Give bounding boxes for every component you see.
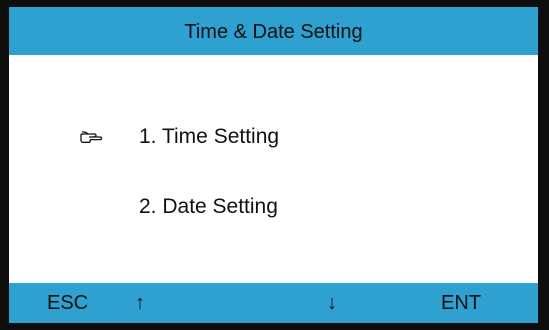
up-arrow-key[interactable]: ↑ xyxy=(135,283,145,323)
menu-item-label: 1. Time Setting xyxy=(139,125,280,148)
device-screen: Time & Date Setting 1. Time Setting 2. D… xyxy=(0,0,549,330)
key-bar: ESC ↑ ↓ ENT xyxy=(9,283,538,323)
settings-menu: 1. Time Setting 2. Date Setting xyxy=(9,55,538,283)
menu-item-label: 2. Date Setting xyxy=(139,195,278,218)
pointing-hand-icon xyxy=(79,119,105,155)
esc-key[interactable]: ESC xyxy=(47,283,88,323)
display-panel: Time & Date Setting 1. Time Setting 2. D… xyxy=(9,7,538,323)
screen-title: Time & Date Setting xyxy=(184,20,363,43)
down-arrow-key[interactable]: ↓ xyxy=(327,283,337,323)
enter-key[interactable]: ENT xyxy=(441,283,481,323)
title-bar: Time & Date Setting xyxy=(9,7,538,55)
